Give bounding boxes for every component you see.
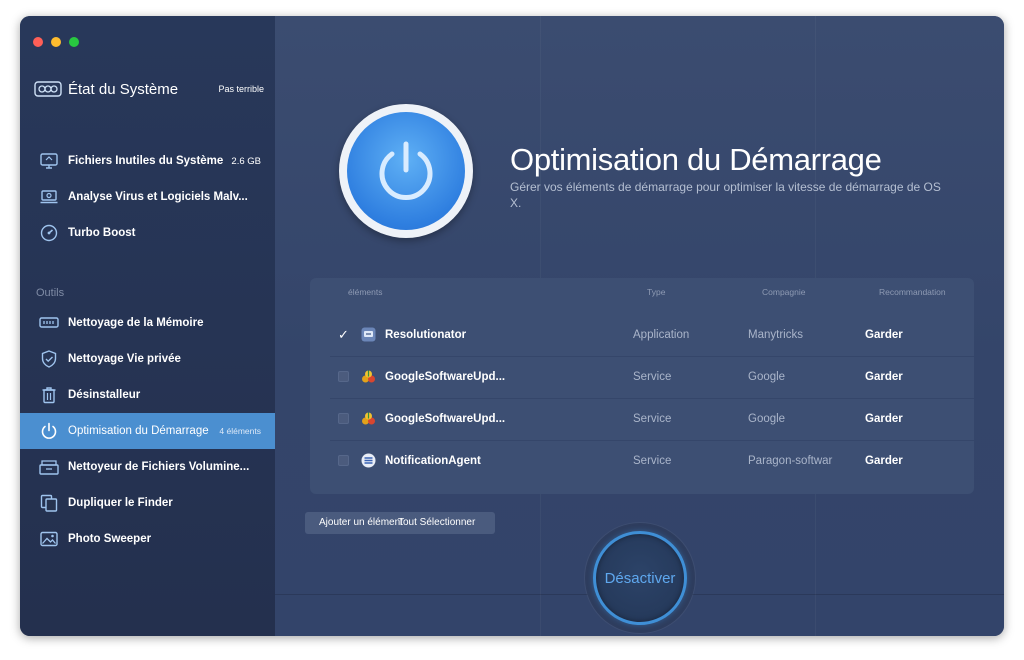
google-update-icon [362, 412, 375, 425]
startup-items-table: éléments Type Compagnie Recommandation ✓… [310, 278, 974, 494]
select-all-button[interactable]: Tout Sélectionner [398, 517, 475, 528]
close-button[interactable] [33, 37, 43, 47]
power-icon [347, 112, 465, 230]
item-type: Service [633, 371, 672, 383]
row-checkbox[interactable] [338, 371, 349, 382]
memory-icon [39, 313, 59, 333]
duplicate-icon [39, 493, 59, 513]
column-header-items[interactable]: éléments [348, 287, 383, 297]
item-recommendation: Garder [865, 329, 903, 341]
sidebar-item-label: Analyse Virus et Logiciels Malv... [68, 191, 248, 203]
sidebar-item-virus-scan[interactable]: Analyse Virus et Logiciels Malv... [20, 179, 275, 215]
deactivate-button-ring: Désactiver [585, 523, 695, 633]
notification-agent-icon [361, 453, 376, 468]
google-update-icon [362, 370, 375, 383]
item-type: Application [633, 329, 690, 341]
item-name: GoogleSoftwareUpd... [385, 413, 506, 425]
minimize-button[interactable] [51, 37, 61, 47]
sidebar-item-label: Dupliquer le Finder [68, 497, 173, 509]
system-status-value: Pas terrible [218, 84, 264, 94]
item-type: Service [633, 413, 672, 425]
shield-icon [39, 349, 59, 369]
sidebar-item-duplicate-finder[interactable]: Dupliquer le Finder [20, 485, 275, 521]
page-title: Optimisation du Démarrage [510, 142, 882, 177]
window-controls [33, 37, 79, 47]
item-type: Service [633, 455, 672, 467]
column-header-recommendation[interactable]: Recommandation [879, 287, 946, 297]
deactivate-button[interactable]: Désactiver [593, 531, 687, 625]
sidebar-item-label: Fichiers Inutiles du Système [68, 155, 224, 167]
sidebar-item-label: Désinstalleur [68, 389, 141, 401]
page-description: Gérer vos éléments de démarrage pour opt… [510, 180, 941, 210]
resolutionator-app-icon [361, 327, 376, 342]
table-row[interactable]: ✓ Resolutionator Application Manytricks … [310, 315, 974, 357]
sidebar-item-photo-sweeper[interactable]: Photo Sweeper [20, 521, 275, 557]
file-cabinet-icon [39, 457, 59, 477]
section-label-tools: Outils [36, 287, 65, 299]
add-item-button[interactable]: Ajouter un élément [319, 517, 403, 528]
sidebar-item-turbo-boost[interactable]: Turbo Boost [20, 215, 275, 251]
startup-items-count: 4 éléments [219, 426, 261, 436]
item-company: Google [748, 413, 786, 425]
column-header-type[interactable]: Type [647, 287, 665, 297]
item-company: Manytricks [748, 329, 803, 341]
table-row[interactable]: GoogleSoftwareUpd... Service Google Gard… [310, 357, 974, 399]
sidebar-item-large-files[interactable]: Nettoyeur de Fichiers Volumine... [20, 449, 275, 485]
app-window: État du Système Pas terrible Fichiers In… [20, 16, 1004, 636]
column-header-company[interactable]: Compagnie [762, 287, 805, 297]
photo-icon [39, 529, 59, 549]
sidebar: État du Système Pas terrible Fichiers In… [20, 16, 275, 636]
trash-icon [39, 385, 59, 405]
item-name: GoogleSoftwareUpd... [385, 371, 506, 383]
power-icon [39, 421, 59, 441]
sidebar-item-uninstaller[interactable]: Désinstalleur [20, 377, 275, 413]
system-status-title: État du Système [68, 80, 179, 98]
sidebar-item-label: Optimisation du Démarrage [68, 425, 209, 437]
item-recommendation: Garder [865, 455, 903, 467]
sidebar-item-label: Turbo Boost [68, 227, 136, 239]
sidebar-item-label: Nettoyeur de Fichiers Volumine... [68, 461, 250, 473]
junk-size: 2.6 GB [231, 155, 261, 167]
monitor-trash-icon [39, 151, 59, 171]
system-status-header[interactable]: État du Système Pas terrible [34, 78, 264, 100]
gauge-icon [34, 81, 62, 97]
item-company: Paragon-softwar [748, 455, 833, 467]
zoom-button[interactable] [69, 37, 79, 47]
laptop-scan-icon [39, 187, 59, 207]
item-name: NotificationAgent [385, 455, 481, 467]
item-name: Resolutionator [385, 329, 467, 341]
sidebar-item-startup-optimization[interactable]: Optimisation du Démarrage 4 éléments [20, 413, 275, 449]
sidebar-item-label: Nettoyage Vie privée [68, 353, 181, 365]
speedometer-icon [39, 223, 59, 243]
sidebar-item-privacy-clean[interactable]: Nettoyage Vie privée [20, 341, 275, 377]
table-actions-bar: Ajouter un élément Tout Sélectionner [305, 512, 495, 534]
table-row[interactable]: NotificationAgent Service Paragon-softwa… [310, 441, 974, 483]
item-recommendation: Garder [865, 413, 903, 425]
item-company: Google [748, 371, 786, 383]
row-checkbox[interactable] [338, 413, 349, 424]
row-checkbox[interactable] [338, 455, 349, 466]
sidebar-item-label: Nettoyage de la Mémoire [68, 317, 204, 329]
table-header: éléments Type Compagnie Recommandation [310, 278, 974, 304]
item-recommendation: Garder [865, 371, 903, 383]
sidebar-item-junk-files[interactable]: Fichiers Inutiles du Système 2.6 GB [20, 143, 275, 179]
sidebar-item-memory-clean[interactable]: Nettoyage de la Mémoire [20, 305, 275, 341]
sidebar-item-label: Photo Sweeper [68, 533, 152, 545]
table-row[interactable]: GoogleSoftwareUpd... Service Google Gard… [310, 399, 974, 441]
row-checkbox[interactable]: ✓ [338, 328, 349, 341]
hero-power-badge [339, 104, 473, 238]
